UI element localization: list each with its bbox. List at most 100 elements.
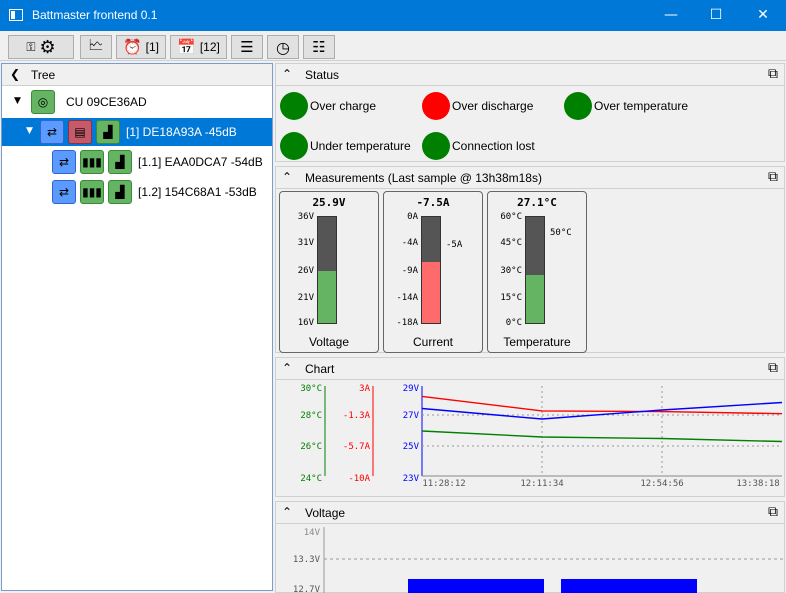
sliders-icon: ☷	[312, 38, 326, 56]
alarm-count: [1]	[145, 40, 160, 54]
close-button[interactable]: ✕	[740, 0, 786, 31]
gauge-bar	[525, 216, 545, 324]
chart-header-label: Chart	[305, 362, 335, 376]
current-tick: -1.3A	[343, 411, 371, 421]
gauge-tick: 30°C	[500, 266, 522, 276]
voltage-bar	[408, 579, 544, 593]
current-tick: -10A	[348, 474, 370, 484]
temp-tick: 28°C	[300, 411, 322, 421]
status-label: Over discharge	[452, 99, 534, 113]
expand-icon[interactable]: ▼	[26, 126, 33, 136]
gauge-tick: 45°C	[500, 238, 522, 248]
battery-pack-icon: ▤	[68, 120, 92, 144]
voltage-header[interactable]: ⌃ Voltage ⧉	[276, 502, 784, 524]
voltage-tick: 14V	[304, 528, 321, 538]
chart-header[interactable]: ⌃ Chart ⧉	[276, 358, 784, 380]
gear-icon: ⚙	[39, 36, 56, 58]
chevron-up-icon[interactable]: ⌃	[282, 170, 292, 184]
gauge-tick: 60°C	[500, 212, 522, 222]
chevron-up-icon[interactable]: ⌃	[282, 67, 292, 81]
event-count: [12]	[199, 40, 220, 54]
events-button[interactable]: 📅 [12]	[170, 35, 227, 59]
voltage-tick: 12.7V	[293, 585, 321, 593]
monitor-button[interactable]: 🗠	[80, 35, 112, 59]
temperature-gauge: 27.1°C 60°C 45°C 30°C 15°C 0°C 50°C Temp…	[487, 191, 587, 353]
maximize-button[interactable]: ☐	[693, 0, 739, 31]
measurements-header[interactable]: ⌃ Measurements (Last sample @ 13h38m18s)…	[276, 167, 784, 189]
current-tick: 3A	[359, 384, 370, 394]
chevron-up-icon[interactable]: ⌃	[282, 361, 292, 375]
voltage-tick: 13.3V	[293, 555, 321, 565]
gauge-tick: -14A	[396, 293, 418, 303]
popout-icon[interactable]: ⧉	[768, 66, 778, 82]
signal-icon: ▟	[108, 150, 132, 174]
gauge-tick: 0°C	[505, 318, 522, 328]
tree-node-label: CU 09CE36AD	[66, 95, 147, 109]
status-header-label: Status	[305, 68, 340, 82]
chart-lines	[421, 395, 783, 443]
chart-panel: ⌃ Chart ⧉ 30°C 28°C 26°C 24°C 3A -1.3A -5.7A -1…	[275, 357, 785, 497]
gauge-tick: 26V	[297, 266, 314, 276]
tree-node-label: [1.2] 154C68A1 -53dB	[138, 185, 257, 199]
voltage-tick: 27V	[403, 411, 420, 421]
list-icon: ☰	[240, 38, 254, 56]
config-button[interactable]: ☷	[303, 35, 335, 59]
chevron-left-icon[interactable]: ❮	[10, 67, 20, 81]
chevron-up-icon[interactable]: ⌃	[282, 505, 292, 519]
toolbar: ⚿ ⚙ 🗠 ⏰ [1] 📅 [12] ☰ ◷ ☷	[0, 31, 786, 61]
gauge-tick: 36V	[297, 212, 314, 222]
gauge-bar	[317, 216, 337, 324]
chart-series-line	[421, 430, 783, 443]
temp-tick: 24°C	[300, 474, 322, 484]
gauge-tick: -9A	[401, 266, 418, 276]
settings-button[interactable]: ⚿ ⚙	[8, 35, 74, 59]
tree-header[interactable]: ❮ Tree	[2, 64, 272, 86]
tree-node-cell-1-1[interactable]: ⇄ ▮▮▮ ▟ [1.1] EAA0DCA7 -54dB	[2, 148, 272, 176]
popout-icon[interactable]: ⧉	[768, 504, 778, 520]
transfer-icon: ⇄	[52, 180, 76, 204]
status-label: Over charge	[310, 99, 377, 113]
status-led	[422, 132, 450, 160]
gauge-threshold: 50°C	[550, 228, 572, 238]
gauge-fill	[318, 271, 336, 323]
battery-icon: ▮▮▮	[80, 150, 104, 174]
tree-node-cell-1-2[interactable]: ⇄ ▮▮▮ ▟ [1.2] 154C68A1 -53dB	[2, 178, 272, 206]
voltage-tick: 29V	[403, 384, 420, 394]
popout-icon[interactable]: ⧉	[768, 169, 778, 185]
voltage-bar	[561, 579, 697, 593]
status-led	[422, 92, 450, 120]
time-tick: 11:28:12	[422, 479, 465, 489]
clock-icon: ◷	[276, 37, 290, 57]
gauge-tick: -18A	[396, 318, 418, 328]
gauge-tick: 0A	[407, 212, 418, 222]
gauge-value: 25.9V	[312, 196, 346, 209]
status-led	[280, 132, 308, 160]
log-button[interactable]: ☰	[231, 35, 263, 59]
voltage-tick: 23V	[403, 474, 420, 484]
history-button[interactable]: ◷	[267, 35, 299, 59]
voltage-header-label: Voltage	[305, 506, 346, 520]
alarms-button[interactable]: ⏰ [1]	[116, 35, 166, 59]
radar-icon: ◎	[31, 90, 55, 114]
gauge-tick: 15°C	[500, 293, 522, 303]
minimize-button[interactable]: —	[648, 0, 694, 31]
status-header[interactable]: ⌃ Status ⧉	[276, 64, 784, 86]
current-gauge: -7.5A 0A -4A -9A -14A -18A -5A Current	[383, 191, 483, 353]
alarm-clock-icon: ⏰	[122, 38, 142, 56]
status-label: Connection lost	[452, 139, 535, 153]
gauge-name: Current	[412, 335, 453, 349]
voltage-panel: ⌃ Voltage ⧉ 14V 13.3V 12.7V	[275, 501, 785, 593]
gauge-tick: -4A	[401, 238, 418, 248]
tree-node-cu[interactable]: ▼ ◎ CU 09CE36AD	[2, 88, 272, 116]
calendar-check-icon: 📅	[177, 38, 196, 56]
transfer-icon: ⇄	[40, 120, 64, 144]
expand-icon[interactable]: ▼	[14, 96, 21, 106]
current-tick: -5.7A	[343, 442, 371, 452]
window-title: Battmaster frontend 0.1	[32, 8, 158, 22]
gauge-tick: 16V	[297, 318, 314, 328]
gauge-name: Temperature	[503, 335, 571, 349]
tree-node-battery-1[interactable]: ▼ ⇄ ▤ ▟ [1] DE18A93A -45dB	[2, 118, 272, 146]
temp-tick: 30°C	[300, 384, 322, 394]
popout-icon[interactable]: ⧉	[768, 360, 778, 376]
tree-panel: ❮ Tree ▼ ◎ CU 09CE36AD ▼ ⇄ ▤ ▟ [1] DE18A…	[1, 63, 273, 591]
